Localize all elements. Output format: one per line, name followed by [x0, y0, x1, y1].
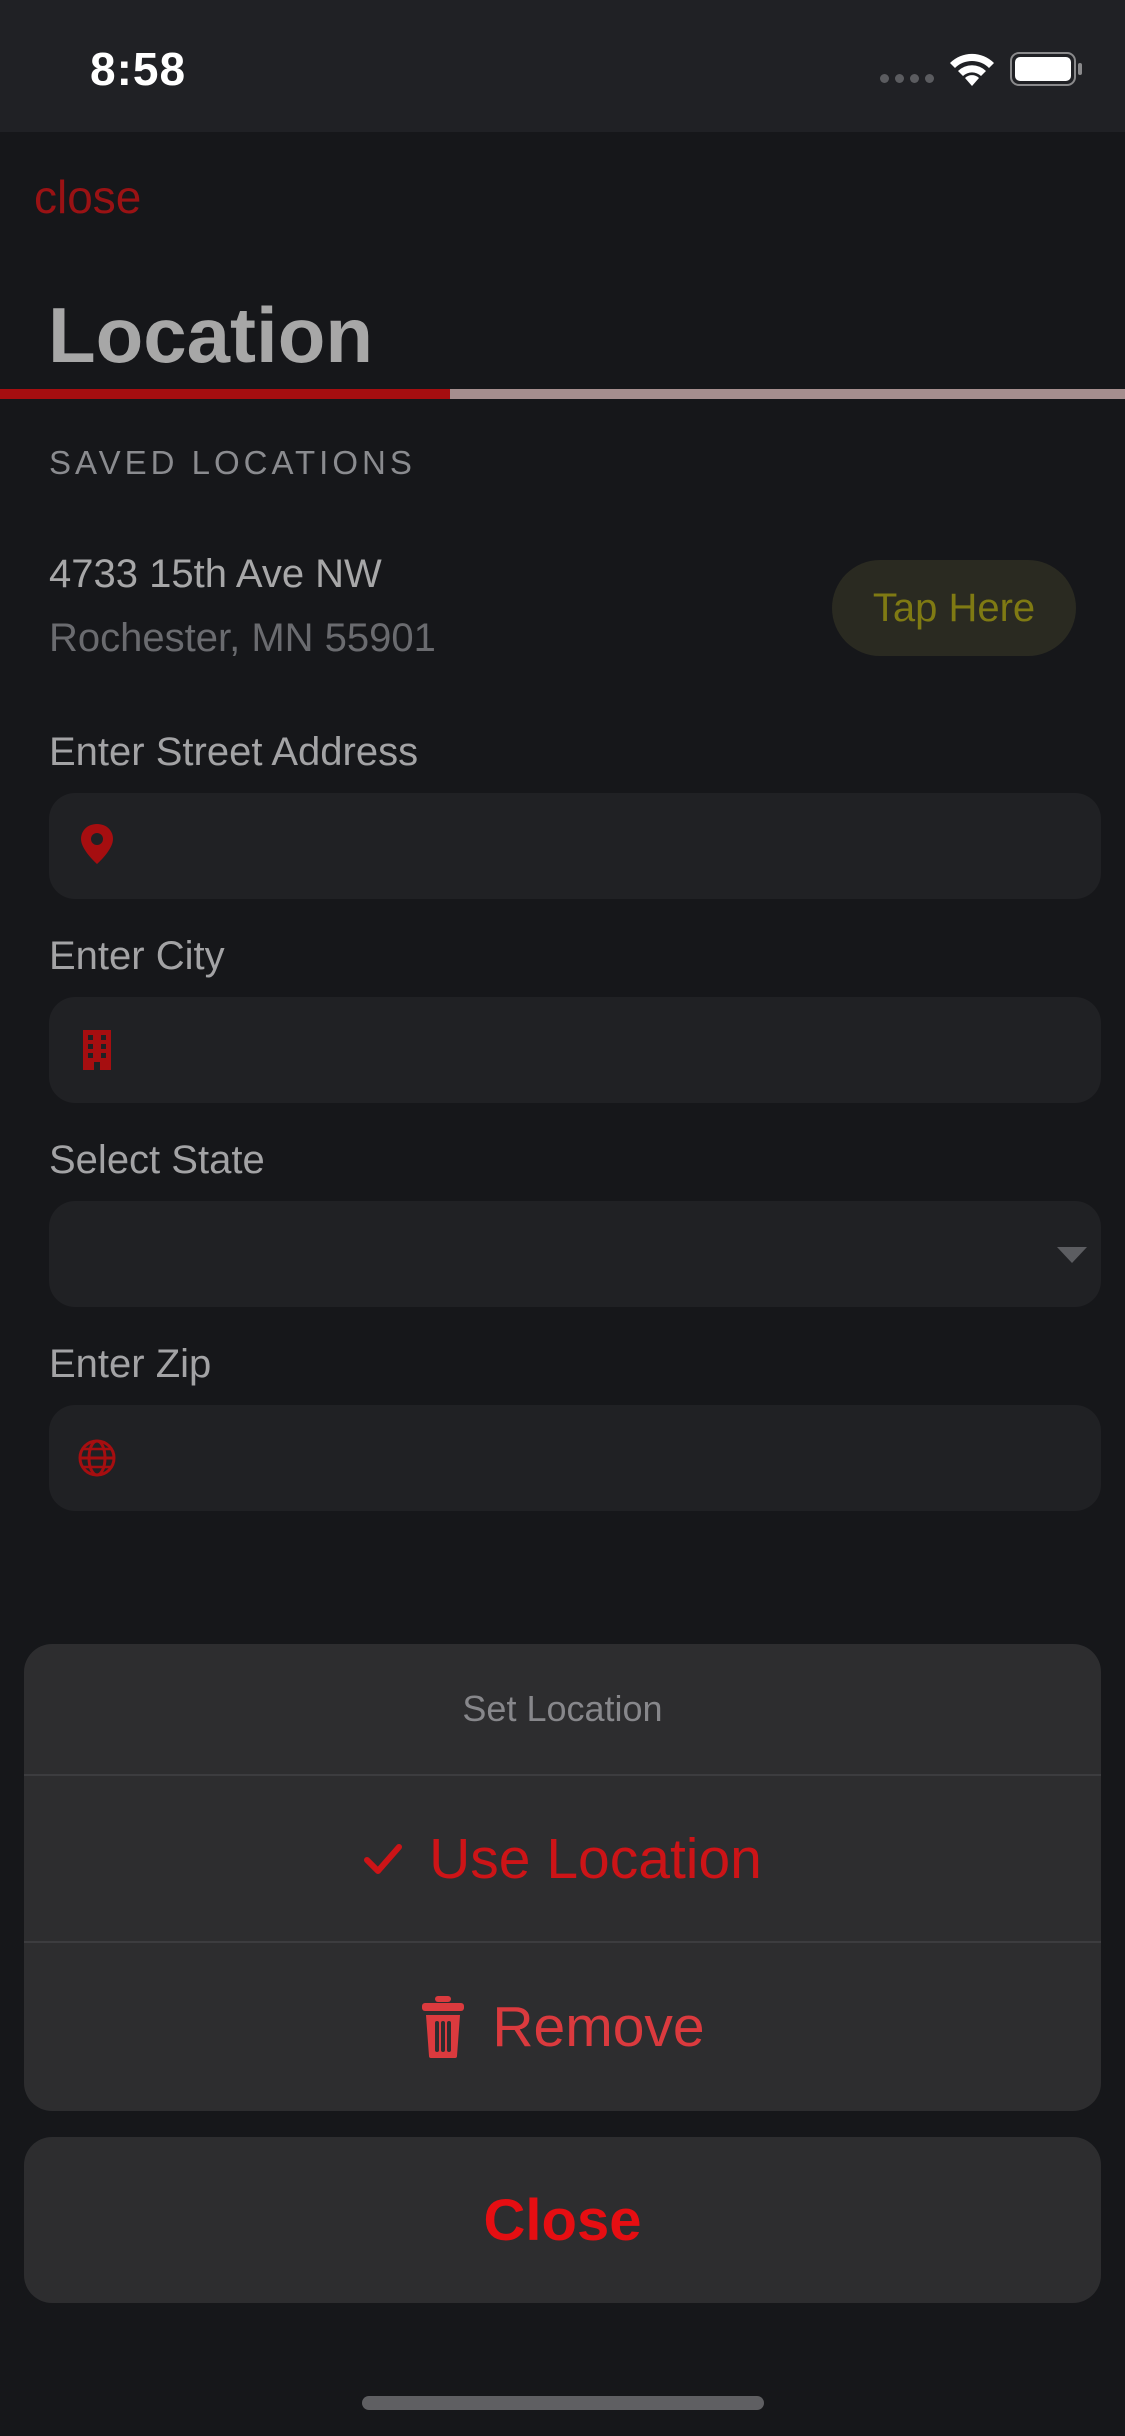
trash-icon — [422, 1995, 465, 2058]
location-screen: 8:58 close Location SAVED LOCATIONS 4733… — [0, 0, 1125, 2436]
cellular-signal-icon — [880, 74, 934, 83]
saved-location-city: Rochester, MN 55901 — [49, 616, 436, 660]
saved-location-street: 4733 15th Ave NW — [49, 552, 382, 596]
action-sheet-title: Set Location — [24, 1644, 1101, 1776]
step-progress-bar — [0, 389, 1125, 399]
status-time: 8:58 — [90, 43, 187, 95]
close-button[interactable]: Close — [24, 2137, 1101, 2303]
set-location-action-sheet: Set Location Use Location Remove — [24, 1644, 1101, 2111]
city-label: Enter City — [49, 934, 225, 978]
street-field[interactable] — [49, 793, 1101, 899]
progress-fill — [0, 389, 450, 399]
wifi-icon — [950, 53, 994, 86]
battery-icon — [1010, 52, 1082, 86]
home-indicator — [362, 2396, 764, 2410]
checkmark-icon — [364, 1843, 403, 1874]
saved-location-item[interactable]: 4733 15th Ave NW Rochester, MN 55901 Tap… — [0, 540, 1125, 680]
close-link[interactable]: close — [34, 170, 141, 224]
city-field[interactable] — [49, 997, 1101, 1103]
page-title: Location — [48, 291, 373, 379]
status-bar: 8:58 — [0, 0, 1125, 132]
building-icon — [83, 1030, 111, 1070]
state-select[interactable] — [49, 1201, 1101, 1307]
state-label: Select State — [49, 1138, 265, 1182]
globe-icon — [78, 1439, 116, 1477]
street-input[interactable] — [149, 793, 1069, 899]
saved-locations-heading: SAVED LOCATIONS — [49, 444, 416, 481]
city-input[interactable] — [149, 997, 1069, 1103]
map-pin-icon — [81, 824, 113, 864]
zip-label: Enter Zip — [49, 1342, 212, 1386]
tap-here-button[interactable]: Tap Here — [832, 560, 1076, 656]
remove-label: Remove — [492, 1994, 705, 2059]
street-label: Enter Street Address — [49, 730, 419, 774]
zip-input[interactable] — [149, 1405, 1069, 1511]
use-location-button[interactable]: Use Location — [24, 1776, 1101, 1943]
remove-button[interactable]: Remove — [24, 1943, 1101, 2110]
chevron-down-icon — [1057, 1247, 1087, 1263]
use-location-label: Use Location — [429, 1826, 762, 1891]
zip-field[interactable] — [49, 1405, 1101, 1511]
